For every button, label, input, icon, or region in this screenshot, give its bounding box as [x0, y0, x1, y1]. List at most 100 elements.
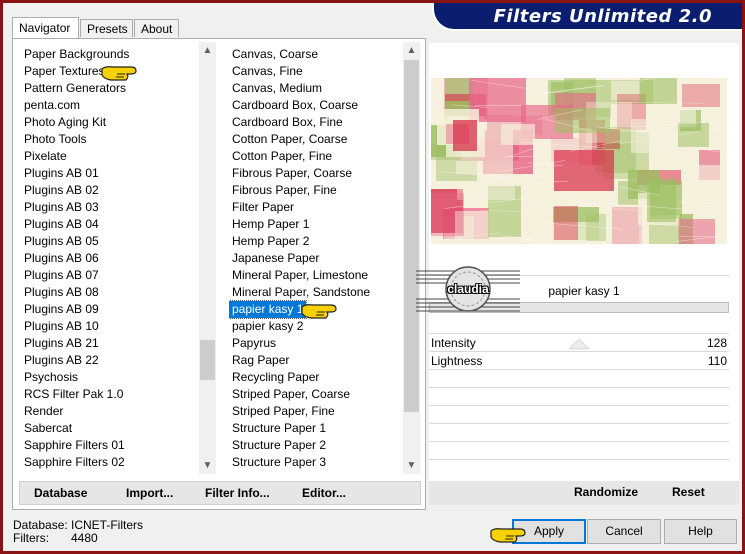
scroll-down-icon[interactable]: ▼: [403, 457, 420, 474]
divider: [429, 351, 729, 352]
param-value: 128: [706, 336, 727, 350]
divider: [429, 405, 729, 406]
category-scrollbar[interactable]: ▲ ▼: [199, 42, 216, 474]
filter-item[interactable]: papier kasy 1: [229, 300, 308, 319]
filter-item[interactable]: Mineral Paper, Sandstone: [229, 284, 370, 301]
category-item[interactable]: Plugins AB 22: [21, 352, 99, 369]
category-item[interactable]: Plugins AB 05: [21, 233, 99, 250]
category-item[interactable]: Plugins AB 21: [21, 335, 99, 352]
scroll-up-icon[interactable]: ▲: [403, 42, 420, 59]
divider: [429, 459, 729, 460]
filters-unlimited-window: Filters Unlimited 2.0 Navigator Presets …: [3, 3, 742, 551]
filter-item[interactable]: Papyrus: [229, 335, 276, 352]
title-banner: Filters Unlimited 2.0: [432, 3, 742, 31]
filter-item[interactable]: Fibrous Paper, Coarse: [229, 165, 352, 182]
pointing-hand-icon: [101, 66, 137, 81]
param-label: Intensity: [431, 336, 476, 350]
param-value: 110: [707, 354, 727, 368]
category-item[interactable]: Sapphire Filters 01: [21, 437, 125, 454]
filter-item[interactable]: Mineral Paper, Limestone: [229, 267, 368, 284]
category-item[interactable]: Plugins AB 04: [21, 216, 99, 233]
tab-navigator[interactable]: Navigator: [12, 17, 79, 38]
status-value: ICNET-Filters: [71, 518, 143, 532]
randomize-button[interactable]: Randomize: [574, 481, 638, 503]
category-item[interactable]: Plugins AB 10: [21, 318, 99, 335]
category-item[interactable]: Plugins AB 01: [21, 165, 99, 182]
status-label: Database:: [13, 518, 68, 532]
filter-item[interactable]: Japanese Paper: [229, 250, 319, 267]
filter-item[interactable]: Cotton Paper, Coarse: [229, 131, 347, 148]
category-item[interactable]: Sapphire Filters 02: [21, 454, 125, 471]
pointing-hand-icon: [490, 528, 526, 543]
category-item[interactable]: Plugins AB 09: [21, 301, 99, 318]
tab-presets[interactable]: Presets: [80, 19, 133, 37]
reset-button[interactable]: Reset: [672, 481, 705, 503]
scroll-down-icon[interactable]: ▼: [199, 457, 216, 474]
category-item[interactable]: Render: [21, 403, 63, 420]
category-item[interactable]: Psychosis: [21, 369, 78, 386]
divider: [429, 333, 729, 334]
param-pointer-icon: [569, 339, 589, 350]
category-item[interactable]: Plugins AB 06: [21, 250, 99, 267]
filter-item[interactable]: Filter Paper: [229, 199, 294, 216]
status-value: 4480: [71, 531, 98, 545]
preview-texture: [431, 78, 727, 244]
category-item[interactable]: RCS Filter Pak 1.0: [21, 386, 123, 403]
filter-item[interactable]: Striped Paper, Coarse: [229, 386, 350, 403]
help-button[interactable]: Help: [664, 519, 737, 544]
filter-item[interactable]: Fibrous Paper, Fine: [229, 182, 337, 199]
pointing-hand-icon: [301, 304, 337, 319]
filter-item[interactable]: Structure Paper 2: [229, 437, 326, 454]
filter-item[interactable]: papier kasy 2: [229, 318, 303, 335]
filter-item[interactable]: Rag Paper: [229, 352, 289, 369]
filter-item[interactable]: Cardboard Box, Fine: [229, 114, 343, 131]
database-button[interactable]: Database: [34, 482, 87, 504]
category-item[interactable]: Plugins AB 08: [21, 284, 99, 301]
filter-item[interactable]: Recycling Paper: [229, 369, 319, 386]
preview-toolbar: Randomize Reset: [429, 481, 739, 505]
filter-item[interactable]: Structure Paper 1: [229, 420, 326, 437]
watermark-text: claudia: [447, 282, 489, 296]
category-list[interactable]: Paper Backgrounds Paper Textures Pattern G…: [21, 42, 199, 474]
category-item[interactable]: Pixelate: [21, 148, 67, 165]
navigator-toolbar: Database Import... Filter Info... Editor…: [19, 481, 421, 505]
divider: [429, 423, 729, 424]
filter-item[interactable]: Hemp Paper 2: [229, 233, 309, 250]
param-label: Lightness: [431, 354, 483, 368]
status-database: Database: ICNET-Filters: [13, 518, 143, 532]
filter-item[interactable]: Canvas, Coarse: [229, 46, 318, 63]
filter-item[interactable]: Hemp Paper 1: [229, 216, 309, 233]
status-label: Filters:: [13, 531, 49, 545]
filter-item[interactable]: Striped Paper, Fine: [229, 403, 335, 420]
category-item[interactable]: Paper Backgrounds: [21, 46, 129, 63]
filter-item[interactable]: Cardboard Box, Coarse: [229, 97, 358, 114]
filter-info-button[interactable]: Filter Info...: [205, 482, 270, 504]
preview-image: [431, 78, 727, 244]
category-item[interactable]: Plugins AB 07: [21, 267, 99, 284]
filter-item[interactable]: Structure Paper 3: [229, 454, 326, 471]
category-item[interactable]: Paper Textures: [21, 63, 105, 80]
scroll-up-icon[interactable]: ▲: [199, 42, 216, 59]
cancel-button[interactable]: Cancel: [587, 519, 661, 544]
filter-item[interactable]: Canvas, Medium: [229, 80, 322, 97]
scroll-thumb[interactable]: [404, 60, 419, 412]
scroll-thumb[interactable]: [200, 340, 215, 380]
category-item[interactable]: Photo Aging Kit: [21, 114, 106, 131]
editor-button[interactable]: Editor...: [302, 482, 346, 504]
filter-item[interactable]: Cotton Paper, Fine: [229, 148, 332, 165]
app-title: Filters Unlimited 2.0: [493, 6, 712, 27]
import-button[interactable]: Import...: [126, 482, 173, 504]
category-item[interactable]: Plugins AB 03: [21, 199, 99, 216]
category-item[interactable]: Photo Tools: [21, 131, 87, 148]
category-item[interactable]: Plugins AB 02: [21, 182, 99, 199]
divider: [429, 387, 729, 388]
filter-item[interactable]: Canvas, Fine: [229, 63, 303, 80]
param-lightness[interactable]: Lightness 110: [431, 353, 727, 370]
filter-scrollbar[interactable]: ▲ ▼: [403, 42, 420, 474]
category-item[interactable]: penta.com: [21, 97, 80, 114]
filter-list[interactable]: Canvas, Coarse Canvas, Fine Canvas, Medium…: [229, 42, 403, 474]
category-item[interactable]: Sabercat: [21, 420, 72, 437]
divider: [429, 369, 729, 370]
claudia-watermark: claudia: [416, 265, 520, 317]
tab-about[interactable]: About: [134, 19, 179, 37]
